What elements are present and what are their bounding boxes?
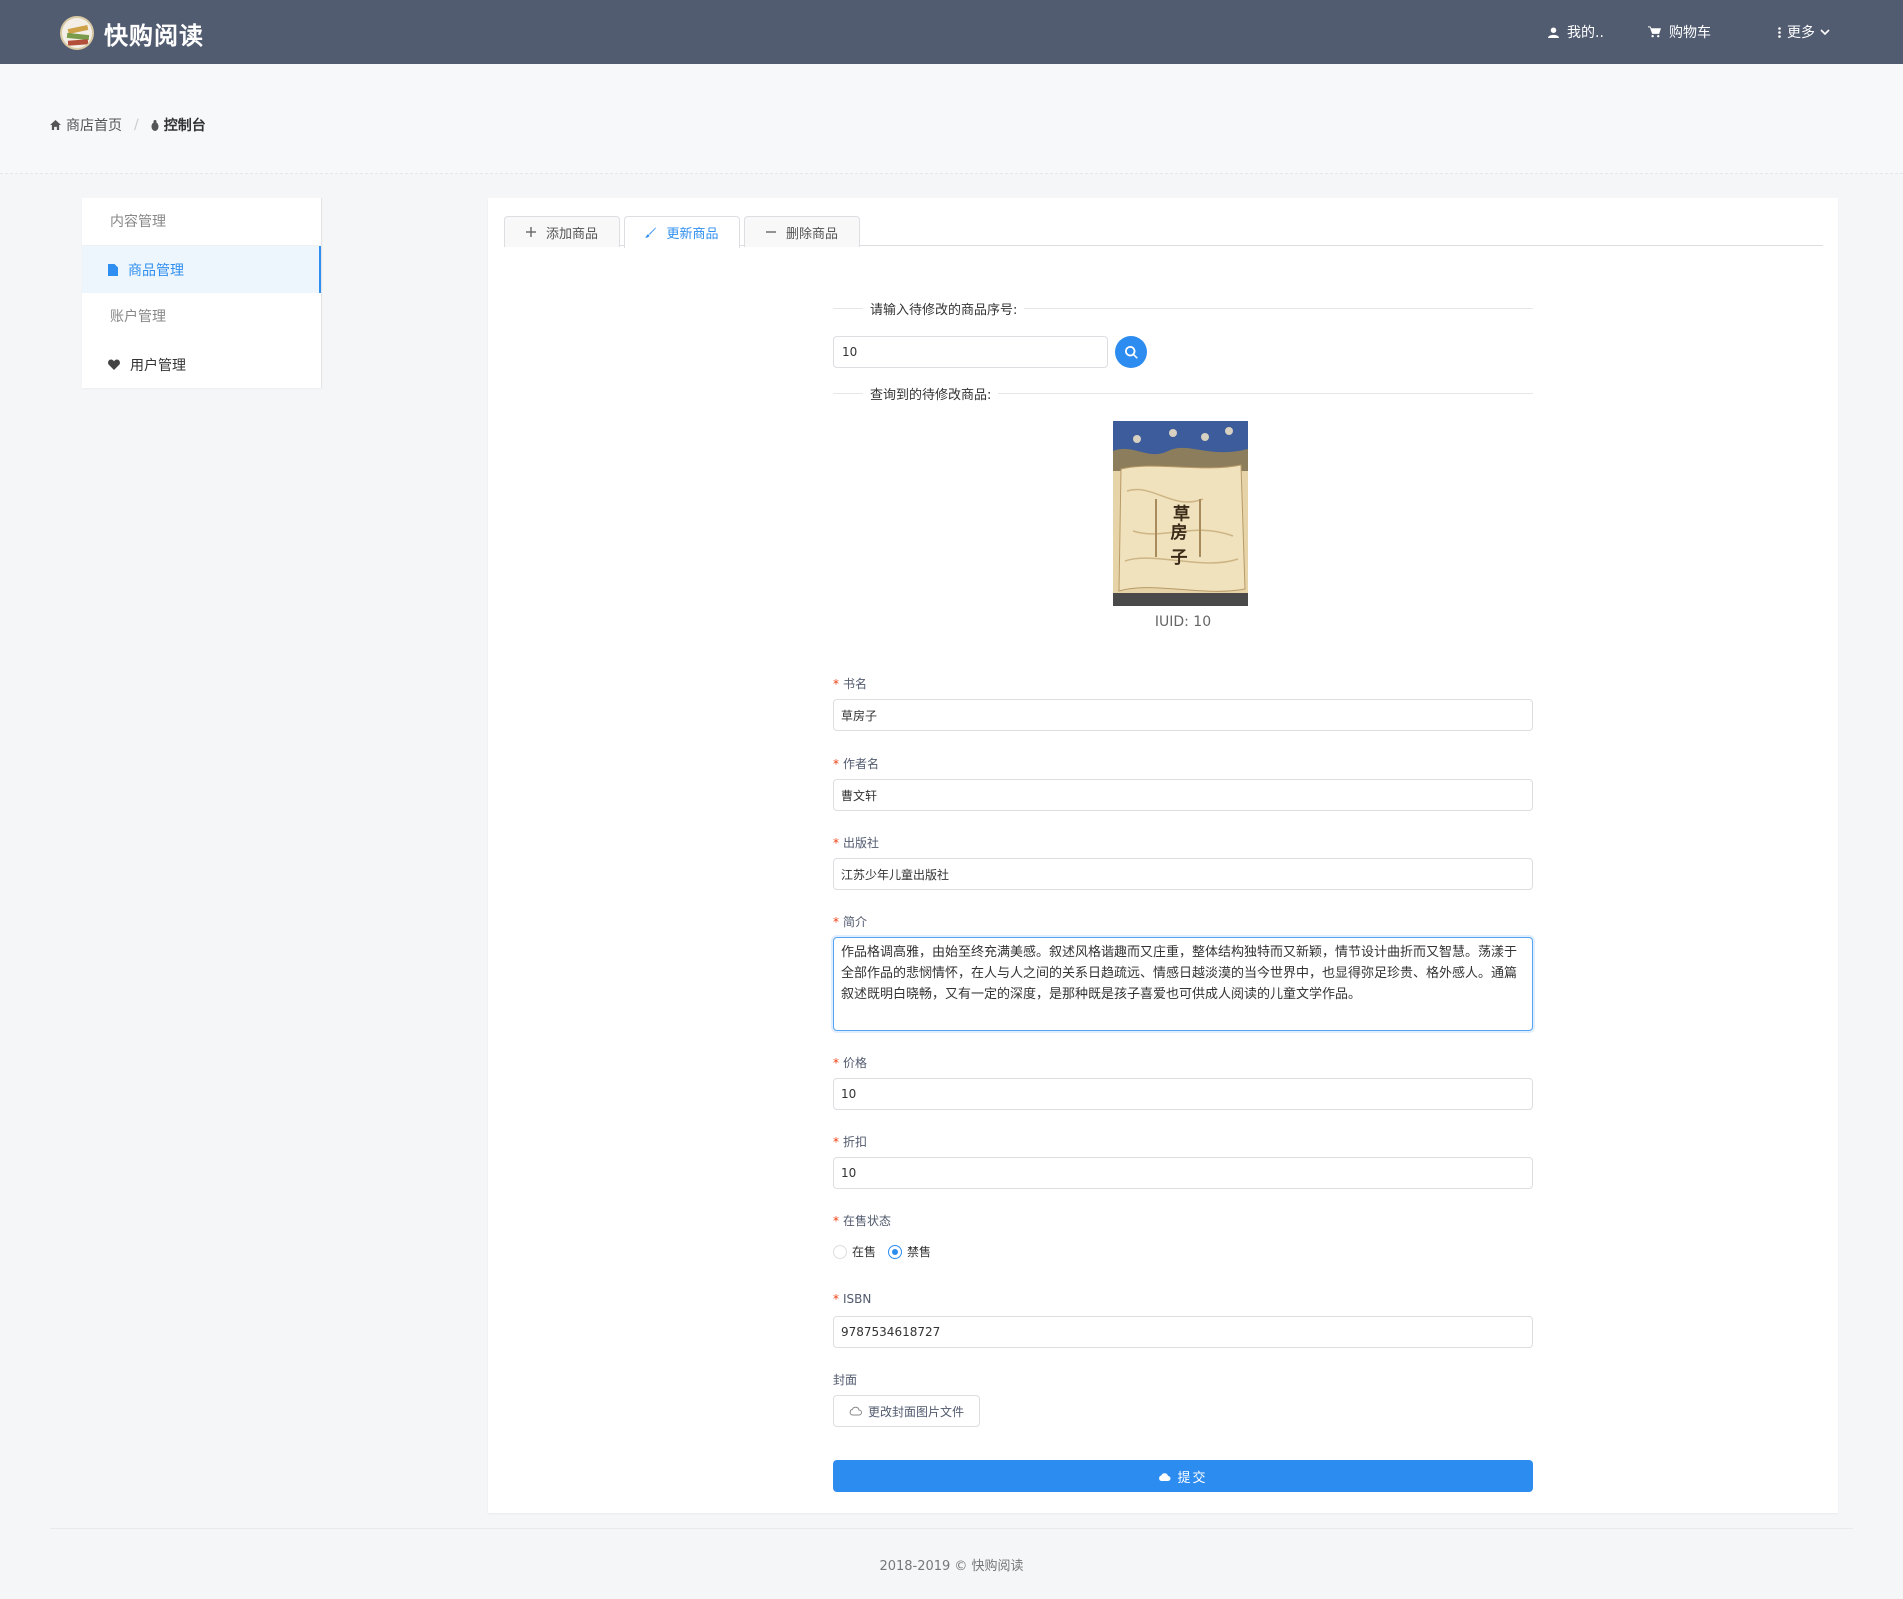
cover-title: 草 bbox=[1169, 504, 1190, 522]
discount-input[interactable]: 10 bbox=[833, 1157, 1533, 1189]
brand[interactable]: 快购阅读 bbox=[60, 15, 204, 51]
breadcrumb-home[interactable]: 商店首页 bbox=[50, 115, 122, 135]
user-icon bbox=[1548, 26, 1559, 38]
change-cover-button[interactable]: 更改封面图片文件 bbox=[833, 1395, 980, 1427]
breadcrumb-current-label: 控制台 bbox=[163, 118, 206, 134]
isbn-label: * ISBN bbox=[833, 1292, 872, 1306]
change-cover-label: 更改封面图片文件 bbox=[867, 1404, 964, 1419]
status-radio-onsale[interactable]: 在售 bbox=[833, 1243, 876, 1260]
brush-icon bbox=[645, 227, 657, 238]
breadcrumb-separator: / bbox=[134, 117, 139, 133]
discount-label: * 折扣 bbox=[833, 1135, 868, 1149]
author-input[interactable]: 曹文轩 bbox=[833, 779, 1533, 811]
minus-icon bbox=[765, 231, 776, 233]
sidebar-group-content: 内容管理 bbox=[82, 198, 321, 246]
file-icon bbox=[108, 263, 118, 276]
brand-title: 快购阅读 bbox=[104, 21, 204, 50]
brand-logo-icon bbox=[60, 16, 94, 50]
svg-text:子: 子 bbox=[1171, 548, 1188, 568]
search-divider: 请输入待修改的商品序号: bbox=[833, 298, 1533, 318]
chevron-down-icon bbox=[1820, 28, 1830, 35]
radio-circle-checked[interactable] bbox=[888, 1244, 903, 1259]
tab-label: 更新商品 bbox=[666, 227, 719, 242]
content-card: 添加商品 更新商品 删除商品 请输入待修改的商品序号: 10 查询到的待修改商品… bbox=[488, 198, 1838, 1513]
radio-circle[interactable] bbox=[833, 1244, 847, 1259]
sidebar-item-label: 用户管理 bbox=[130, 357, 186, 374]
intro-label: * 简介 bbox=[833, 915, 868, 929]
submit-button[interactable]: 提交 bbox=[833, 1460, 1533, 1492]
iuid-label: IUID: 10 bbox=[1154, 614, 1212, 630]
tab-bar: 添加商品 更新商品 删除商品 bbox=[504, 216, 1823, 248]
publisher-label: * 出版社 bbox=[833, 836, 880, 850]
status-radio-banned[interactable]: 禁售 bbox=[888, 1243, 931, 1260]
tab-label: 删除商品 bbox=[785, 226, 838, 242]
search-divider-text: 请输入待修改的商品序号: bbox=[870, 302, 1018, 318]
nav-cart-label: 购物车 bbox=[1669, 25, 1711, 41]
sidebar-menu: 内容管理 商品管理 账户管理 用户管理 bbox=[82, 198, 322, 388]
nav-my-account[interactable]: 我的.. bbox=[1548, 22, 1604, 42]
tab-add-goods[interactable]: 添加商品 bbox=[504, 216, 620, 247]
heart-icon bbox=[108, 359, 120, 370]
breadcrumb-home-label: 商店首页 bbox=[66, 118, 122, 134]
sidebar-item-label: 商品管理 bbox=[128, 262, 184, 279]
nav-cart[interactable]: 购物车 bbox=[1648, 22, 1711, 42]
cover-label: 封面 bbox=[833, 1373, 858, 1387]
tab-label: 添加商品 bbox=[545, 226, 598, 242]
sidebar-item-goods[interactable]: 商品管理 bbox=[82, 246, 321, 293]
nav-more-dropdown[interactable]: 更多 bbox=[1778, 22, 1830, 42]
goods-id-input[interactable]: 10 bbox=[833, 336, 1108, 368]
search-button[interactable] bbox=[1115, 336, 1147, 368]
more-vertical-icon bbox=[1778, 26, 1781, 38]
cloud-icon bbox=[1159, 1472, 1171, 1481]
footer: 2018-2019 © 快购阅读 bbox=[879, 1559, 1024, 1574]
intro-textarea[interactable]: 作品格调高雅，由始至终充满美感。叙述风格谐趣而又庄重，整体结构独特而又新颖，情节… bbox=[833, 937, 1533, 1031]
price-input[interactable]: 10 bbox=[833, 1078, 1533, 1110]
price-label: * 价格 bbox=[833, 1056, 868, 1070]
home-icon bbox=[50, 120, 61, 130]
result-divider-text: 查询到的待修改商品: bbox=[870, 387, 992, 403]
sidebar-group-account: 账户管理 bbox=[110, 309, 166, 325]
submit-label: 提交 bbox=[1177, 1470, 1208, 1486]
search-icon bbox=[1124, 345, 1138, 359]
svg-text:房: 房 bbox=[1171, 522, 1188, 543]
bug-icon bbox=[151, 119, 159, 131]
goods-id-value: 10 bbox=[842, 345, 858, 359]
book-cover-image: 草 房 子 bbox=[1113, 421, 1248, 606]
plus-icon bbox=[525, 227, 536, 237]
nav-more-label: 更多 bbox=[1787, 25, 1815, 41]
isbn-input[interactable]: 9787534618727 bbox=[833, 1316, 1533, 1348]
tab-delete-goods[interactable]: 删除商品 bbox=[744, 216, 860, 247]
cloud-upload-icon bbox=[849, 1406, 862, 1416]
footer-divider bbox=[50, 1528, 1853, 1529]
title-input[interactable]: 草房子 bbox=[833, 699, 1533, 731]
sidebar-item-users[interactable]: 用户管理 bbox=[82, 341, 321, 388]
breadcrumb: 商店首页 / 控制台 bbox=[50, 115, 206, 135]
author-label: * 作者名 bbox=[833, 757, 880, 771]
breadcrumb-current: 控制台 bbox=[151, 115, 206, 135]
status-radio-group: 在售 禁售 bbox=[833, 1243, 943, 1260]
nav-my-label: 我的.. bbox=[1567, 25, 1604, 41]
top-navbar: 快购阅读 我的.. 购物车 更多 bbox=[0, 0, 1903, 64]
tab-update-goods[interactable]: 更新商品 bbox=[624, 216, 740, 248]
publisher-input[interactable]: 江苏少年儿童出版社 bbox=[833, 858, 1533, 890]
breadcrumb-band: 商店首页 / 控制台 bbox=[0, 64, 1903, 174]
status-label: * 在售状态 bbox=[833, 1214, 892, 1228]
cart-icon bbox=[1648, 26, 1661, 38]
title-label: * 书名 bbox=[833, 677, 868, 691]
result-divider: 查询到的待修改商品: bbox=[833, 383, 1533, 403]
